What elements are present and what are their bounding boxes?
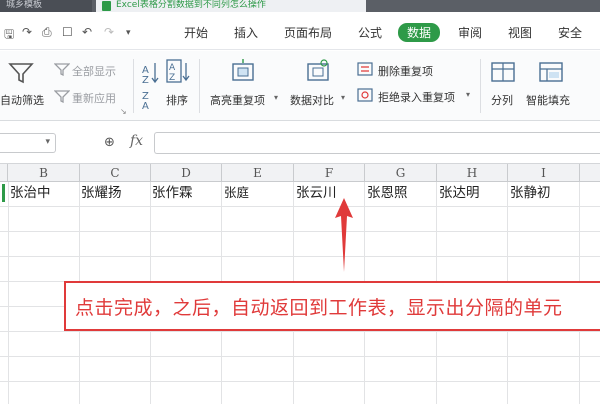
svg-text:Z: Z [142,75,149,86]
grid-line [8,182,9,404]
cell-b1[interactable]: 张治中 [10,182,79,206]
column-header-b[interactable]: B [8,164,80,182]
annotation-text: 点击完成，之后，自动返回到工作表，显示出分隔的单元 [75,297,563,319]
chevron-down-icon[interactable]: ▾ [45,137,50,147]
sort-ascending-icon[interactable]: A Z Z A [140,59,162,109]
formula-bar: ▾ ⊕ fx [0,122,600,164]
tab-start[interactable]: 开始 [184,24,208,41]
preview-icon[interactable]: ☐ [62,25,73,39]
svg-text:A: A [169,63,176,73]
annotation-arrow-icon [335,198,353,272]
menu-bar: 🖫 ↷ ⎙ ☐ ↶ ↷ ▾ 开始 插入 页面布局 公式 数据 审阅 视图 安全 [0,12,600,50]
tab-page-layout[interactable]: 页面布局 [284,24,332,41]
smart-fill-icon[interactable] [538,59,564,85]
compare-dropdown-icon[interactable]: ▾ [341,93,345,102]
show-all-button[interactable]: 全部显示 [72,63,116,79]
column-header-a[interactable] [0,164,8,182]
split-columns-icon[interactable] [490,59,516,85]
window-tab-template[interactable]: 城乡模板 [0,0,92,12]
filter-icon[interactable] [8,61,34,85]
cell-e1[interactable]: 张庭 [224,182,293,206]
title-bar: 城乡模板 Excel表格分割数据到不同列怎么操作 [0,0,600,12]
cell-g1[interactable]: 张恩照 [367,182,436,206]
highlight-dropdown-icon[interactable]: ▾ [274,93,278,102]
zoom-icon[interactable]: ⊕ [104,135,115,150]
spreadsheet-icon [102,1,111,11]
formula-input[interactable] [154,132,600,154]
column-header-c[interactable]: C [80,164,151,182]
data-ribbon: 自动筛选 全部显示 重新应用 ↘ A Z Z A A Z 排序 高亮重复项 ▾ … [0,51,600,121]
column-header-j[interactable] [580,164,600,182]
data-compare-icon[interactable] [305,59,331,85]
tab-security[interactable]: 安全 [558,24,582,41]
highlight-duplicates-icon[interactable] [230,59,256,85]
document-tab-label: Excel表格分割数据到不同列怎么操作 [116,0,266,10]
print-icon[interactable]: ⎙ [42,25,52,40]
tab-insert[interactable]: 插入 [234,24,258,41]
smart-fill-button[interactable]: 智能填充 [526,92,570,108]
document-tab[interactable]: Excel表格分割数据到不同列怎么操作 [96,0,366,12]
reject-duplicates-icon [357,88,373,102]
cell-i1[interactable]: 张静初 [510,182,579,206]
ribbon-separator [480,59,481,113]
column-header-row: B C D E F G H I [0,164,600,182]
reject-duplicates-button[interactable]: 拒绝录入重复项 [378,89,455,105]
redo-icon[interactable]: ↷ [22,25,32,39]
redo-disabled-icon[interactable]: ↷ [104,25,114,39]
tab-view[interactable]: 视图 [508,24,532,41]
dialog-launcher-icon[interactable]: ↘ [120,107,127,116]
column-header-d[interactable]: D [151,164,222,182]
split-columns-button[interactable]: 分列 [491,92,513,108]
ribbon-separator [199,59,200,113]
cell-h1[interactable]: 张达明 [439,182,507,206]
fx-icon[interactable]: fx [130,133,143,149]
cell-c1[interactable]: 张耀扬 [81,182,150,206]
annotation-callout: 点击完成，之后，自动返回到工作表，显示出分隔的单元 [64,281,600,331]
column-header-g[interactable]: G [365,164,437,182]
ribbon-separator [133,59,134,113]
show-all-icon [54,63,70,76]
svg-text:A: A [142,101,149,109]
tab-formulas[interactable]: 公式 [358,24,382,41]
column-header-i[interactable]: I [508,164,580,182]
window-tab-template-label: 城乡模板 [6,0,43,10]
highlight-duplicates-button[interactable]: 高亮重复项 [210,92,265,108]
column-header-f[interactable]: F [294,164,365,182]
sort-icon[interactable]: A Z [166,59,190,85]
undo-icon[interactable]: ↶ [82,25,92,39]
cell-d1[interactable]: 张作霖 [152,182,221,206]
column-header-h[interactable]: H [437,164,508,182]
reapply-icon [54,90,70,103]
more-icon[interactable]: ▾ [126,28,131,38]
reject-dropdown-icon[interactable]: ▾ [466,90,470,99]
reapply-button[interactable]: 重新应用 [72,90,116,106]
sort-button[interactable]: 排序 [166,92,188,108]
column-header-e[interactable]: E [222,164,294,182]
delete-duplicates-icon [357,62,373,76]
data-compare-button[interactable]: 数据对比 [290,92,334,108]
autofilter-button[interactable]: 自动筛选 [0,92,44,108]
name-box[interactable]: ▾ [0,133,56,153]
delete-duplicates-button[interactable]: 删除重复项 [378,63,433,79]
selection-marker [2,184,5,202]
tab-review[interactable]: 审阅 [458,24,482,41]
save-icon[interactable]: 🖫 [4,25,14,46]
svg-text:Z: Z [169,73,175,83]
tab-data[interactable]: 数据 [398,23,441,42]
